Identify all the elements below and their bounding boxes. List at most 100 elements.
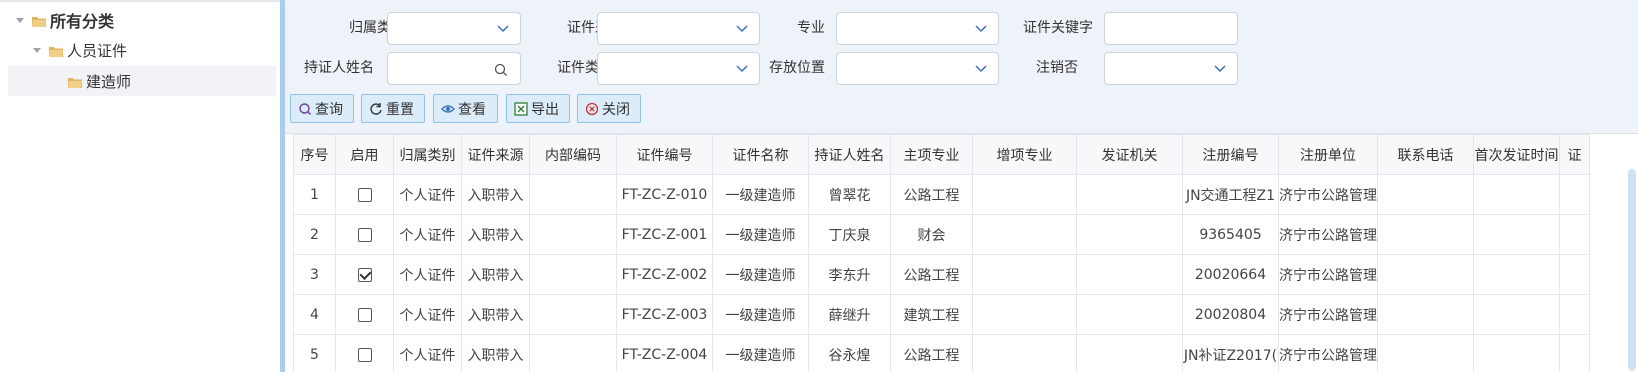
chevron-down-icon <box>1214 65 1226 73</box>
column-header[interactable]: 序号 <box>293 134 336 175</box>
cell-phone <box>1377 294 1474 335</box>
cell-major: 财会 <box>890 214 973 255</box>
cert-table-container: 序号 启用 归属类别 证件来源 内部编码 证件编号 证件名称 持证人姓名 主项专… <box>285 133 1638 372</box>
column-header[interactable]: 启用 <box>335 134 394 175</box>
column-header[interactable]: 首次发证时间 <box>1473 134 1560 175</box>
cell-cert-no: FT-ZC-Z-010 <box>616 174 713 215</box>
export-button[interactable]: 导出 <box>506 94 570 123</box>
table-row[interactable]: 3 个人证件 入职带入 FT-ZC-Z-002 一级建造师 李东升 公路工程 20020664… <box>293 254 1590 295</box>
location-select[interactable] <box>836 52 999 85</box>
column-header[interactable]: 联系电话 <box>1377 134 1474 175</box>
cell-internal <box>529 334 617 372</box>
keyword-input[interactable] <box>1104 12 1238 45</box>
cell-category: 个人证件 <box>393 334 462 372</box>
cell-reg-unit: 济宁市公路管理 <box>1278 254 1378 295</box>
cell-first-date <box>1473 214 1560 255</box>
cell-no: 2 <box>293 214 336 255</box>
tree-label-personnel: 人员证件 <box>67 41 128 60</box>
cell-first-date <box>1473 174 1560 215</box>
column-header[interactable]: 持证人姓名 <box>808 134 891 175</box>
table-row[interactable]: 1 个人证件 入职带入 FT-ZC-Z-010 一级建造师 曾翠花 公路工程 JN交通工程Z1… <box>293 174 1590 215</box>
cell-enabled[interactable] <box>335 294 394 335</box>
cell-enabled[interactable] <box>335 174 394 215</box>
cell-issuer <box>1076 294 1183 335</box>
cell-phone <box>1377 334 1474 372</box>
column-header[interactable]: 注册编号 <box>1182 134 1279 175</box>
cell-major: 公路工程 <box>890 254 973 295</box>
cell-extra <box>972 294 1077 335</box>
cell-internal <box>529 254 617 295</box>
query-button[interactable]: 查询 <box>290 94 354 123</box>
category-select[interactable] <box>387 12 521 45</box>
column-header[interactable]: 证件编号 <box>616 134 713 175</box>
cell-no: 3 <box>293 254 336 295</box>
enabled-checkbox[interactable] <box>357 227 372 242</box>
cell-cert-name: 一级建造师 <box>712 174 809 215</box>
enabled-checkbox[interactable] <box>357 187 372 202</box>
column-header[interactable]: 注册单位 <box>1278 134 1378 175</box>
enabled-checkbox[interactable] <box>357 347 372 362</box>
cell-holder: 谷永煌 <box>808 334 891 372</box>
filter-label-location: 存放位置 <box>769 60 825 76</box>
cell-enabled[interactable] <box>335 254 394 295</box>
cell-cert-no: FT-ZC-Z-001 <box>616 214 713 255</box>
cell-cert-no: FT-ZC-Z-003 <box>616 294 713 335</box>
cell-phone <box>1377 174 1474 215</box>
vertical-scrollbar[interactable] <box>1628 169 1636 371</box>
holder-name-input[interactable] <box>387 52 521 85</box>
table-row[interactable]: 4 个人证件 入职带入 FT-ZC-Z-003 一级建造师 薛继升 建筑工程 20020804… <box>293 294 1590 335</box>
tree-node-constructor[interactable]: 建造师 <box>8 66 276 96</box>
query-button-label: 查询 <box>315 101 343 118</box>
cell-first-date <box>1473 254 1560 295</box>
cell-cert-name: 一级建造师 <box>712 294 809 335</box>
cell-holder: 曾翠花 <box>808 174 891 215</box>
column-header[interactable]: 证件来源 <box>461 134 530 175</box>
major-select[interactable] <box>836 12 999 45</box>
cell-issuer <box>1076 254 1183 295</box>
column-header[interactable]: 增项专业 <box>972 134 1077 175</box>
table-header-row: 序号 启用 归属类别 证件来源 内部编码 证件编号 证件名称 持证人姓名 主项专… <box>293 134 1590 175</box>
refresh-icon <box>369 102 383 116</box>
cell-holder: 薛继升 <box>808 294 891 335</box>
enabled-checkbox[interactable] <box>357 267 372 282</box>
table-row[interactable]: 2 个人证件 入职带入 FT-ZC-Z-001 一级建造师 丁庆泉 财会 9365405 济宁市… <box>293 214 1590 255</box>
expand-arrow-icon[interactable] <box>31 44 43 56</box>
expand-arrow-icon[interactable] <box>14 14 26 26</box>
view-button[interactable]: 查看 <box>433 94 498 123</box>
chevron-down-icon <box>497 25 509 33</box>
cell-internal <box>529 214 617 255</box>
column-header[interactable]: 归属类别 <box>393 134 462 175</box>
cancelled-select[interactable] <box>1104 52 1238 85</box>
cell-category: 个人证件 <box>393 254 462 295</box>
cell-no: 1 <box>293 174 336 215</box>
cell-extra <box>972 254 1077 295</box>
cell-enabled[interactable] <box>335 334 394 372</box>
cell-extra <box>972 174 1077 215</box>
tree-node-personnel[interactable]: 人员证件 <box>31 35 271 65</box>
cell-cert-name: 一级建造师 <box>712 334 809 372</box>
column-header[interactable]: 证件名称 <box>712 134 809 175</box>
cell-source: 入职带入 <box>461 214 530 255</box>
reset-button[interactable]: 重置 <box>361 94 425 123</box>
cell-category: 个人证件 <box>393 294 462 335</box>
cell-reg-no: 9365405 <box>1182 214 1279 255</box>
column-header[interactable]: 证 <box>1559 134 1590 175</box>
reset-button-label: 重置 <box>386 101 414 118</box>
tree-node-root[interactable]: 所有分类 <box>14 5 274 35</box>
eye-icon <box>441 102 455 116</box>
cell-cert-no: FT-ZC-Z-002 <box>616 254 713 295</box>
cell-reg-no: JN补证Z2017( <box>1182 334 1279 372</box>
column-header[interactable]: 发证机关 <box>1076 134 1183 175</box>
cell-enabled[interactable] <box>335 214 394 255</box>
cell-overflow <box>1559 254 1590 295</box>
cell-no: 4 <box>293 294 336 335</box>
cell-reg-unit: 济宁市公路管理 <box>1278 174 1378 215</box>
chevron-down-icon <box>975 25 987 33</box>
close-button[interactable]: 关闭 <box>577 94 641 123</box>
column-header[interactable]: 主项专业 <box>890 134 973 175</box>
column-header[interactable]: 内部编码 <box>529 134 617 175</box>
excel-icon <box>514 101 528 116</box>
table-row[interactable]: 5 个人证件 入职带入 FT-ZC-Z-004 一级建造师 谷永煌 公路工程 JN补证Z201… <box>293 334 1590 372</box>
cell-phone <box>1377 254 1474 295</box>
enabled-checkbox[interactable] <box>357 307 372 322</box>
